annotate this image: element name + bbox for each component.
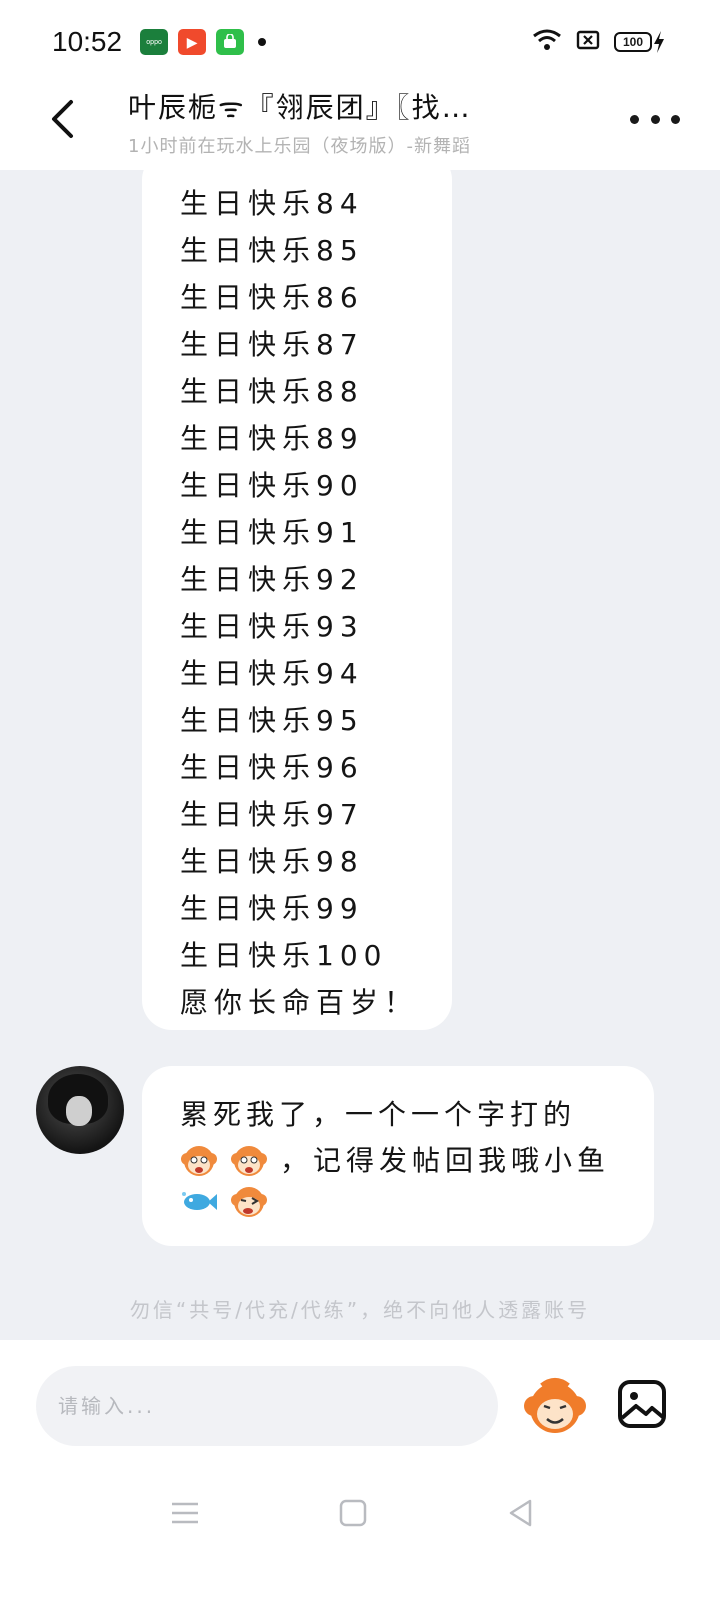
- status-time: 10:52: [52, 26, 123, 57]
- message-line: 生日快乐86: [180, 281, 364, 314]
- chat-header: 叶辰栀ᯤ『翎辰团』〖找… 1小时前在玩水上乐园（夜场版）-新舞蹈: [0, 84, 720, 170]
- home-square-icon: [339, 1499, 367, 1527]
- battery-icon: 100: [614, 30, 666, 54]
- status-bar: 10:52 oppo ▶ 100: [0, 0, 720, 84]
- reply-line-2-text: ，记得发帖回我哦小鱼: [280, 1144, 611, 1177]
- nav-home-button[interactable]: [328, 1488, 378, 1538]
- sticker-button[interactable]: [522, 1376, 588, 1438]
- notification-dot-icon: [258, 38, 267, 46]
- message-line: 生日快乐98: [180, 845, 364, 878]
- battery-level: 100: [614, 32, 652, 52]
- system-nav-bar: [0, 1488, 720, 1558]
- message-line: 生日快乐90: [180, 469, 364, 502]
- reply-line-3: [180, 1184, 654, 1220]
- shop-app-icon: [216, 29, 245, 55]
- image-button[interactable]: [616, 1378, 668, 1430]
- menu-icon: [172, 1502, 198, 1524]
- monkey-sticker-icon: [524, 1378, 586, 1433]
- message-line: 生日快乐95: [180, 704, 364, 737]
- chat-title[interactable]: 叶辰栀ᯤ『翎辰团』〖找…: [128, 86, 588, 126]
- image-icon: [618, 1380, 666, 1428]
- safety-notice: 勿信“共号/代充/代练”，绝不向他人透露账号: [129, 1298, 591, 1322]
- nav-menu-button[interactable]: [160, 1488, 210, 1538]
- back-triangle-icon: [509, 1499, 532, 1527]
- message-line: 生日快乐100: [180, 939, 388, 972]
- message-line: 生日快乐92: [180, 563, 364, 596]
- input-bar: [0, 1340, 720, 1600]
- monkey-face-emoji: [231, 1146, 267, 1176]
- wifi-icon: [532, 28, 562, 56]
- avatar[interactable]: [36, 1066, 124, 1154]
- message-bubble-birthday[interactable]: 生日快乐84 生日快乐85 生日快乐86 生日快乐87 生日快乐88 生日快乐8…: [142, 170, 452, 1030]
- more-dot: [630, 114, 639, 124]
- monkey-wink-emoji: [231, 1187, 267, 1217]
- message-input[interactable]: [36, 1366, 498, 1446]
- message-line: 生日快乐88: [180, 375, 364, 408]
- sim-icon: [576, 29, 600, 55]
- status-indicators: 100: [532, 28, 666, 56]
- message-line: 生日快乐84: [180, 187, 364, 220]
- chat-area[interactable]: 生日快乐84 生日快乐85 生日快乐86 生日快乐87 生日快乐88 生日快乐8…: [0, 170, 720, 1340]
- more-dot: [650, 114, 660, 124]
- message-line: 愿你长命百岁！: [180, 986, 419, 1019]
- reply-line-1: 累死我了，一个一个字打的: [180, 1098, 577, 1131]
- message-line: 生日快乐97: [180, 798, 364, 831]
- fish-emoji: [182, 1192, 217, 1210]
- back-button[interactable]: [40, 94, 84, 144]
- reply-line-2: ，记得发帖回我哦小鱼: [180, 1138, 654, 1184]
- message-bubble-reply[interactable]: 累死我了，一个一个字打的 ，记得发帖回我哦小鱼: [142, 1066, 654, 1246]
- message-line: 生日快乐91: [180, 516, 364, 549]
- chevron-left-icon: [52, 100, 73, 138]
- message-line: 生日快乐93: [180, 610, 364, 643]
- message-line: 生日快乐87: [180, 328, 364, 361]
- message-line: 生日快乐96: [180, 751, 364, 784]
- message-line: 生日快乐99: [180, 892, 364, 925]
- message-line: 生日快乐89: [180, 422, 364, 455]
- avatar-face: [66, 1096, 92, 1126]
- message-line: 生日快乐94: [180, 657, 364, 690]
- nav-back-button[interactable]: [496, 1488, 546, 1538]
- oppo-badge-label: oppo: [146, 38, 162, 46]
- chat-subtitle: 1小时前在玩水上乐园（夜场版）-新舞蹈: [128, 136, 471, 157]
- more-options-button[interactable]: [630, 104, 680, 134]
- more-dot: [671, 114, 680, 124]
- message-line: 生日快乐85: [180, 234, 364, 267]
- video-app-icon: ▶: [178, 29, 207, 55]
- oppo-store-icon: oppo: [140, 29, 169, 55]
- monkey-face-emoji: [181, 1146, 217, 1176]
